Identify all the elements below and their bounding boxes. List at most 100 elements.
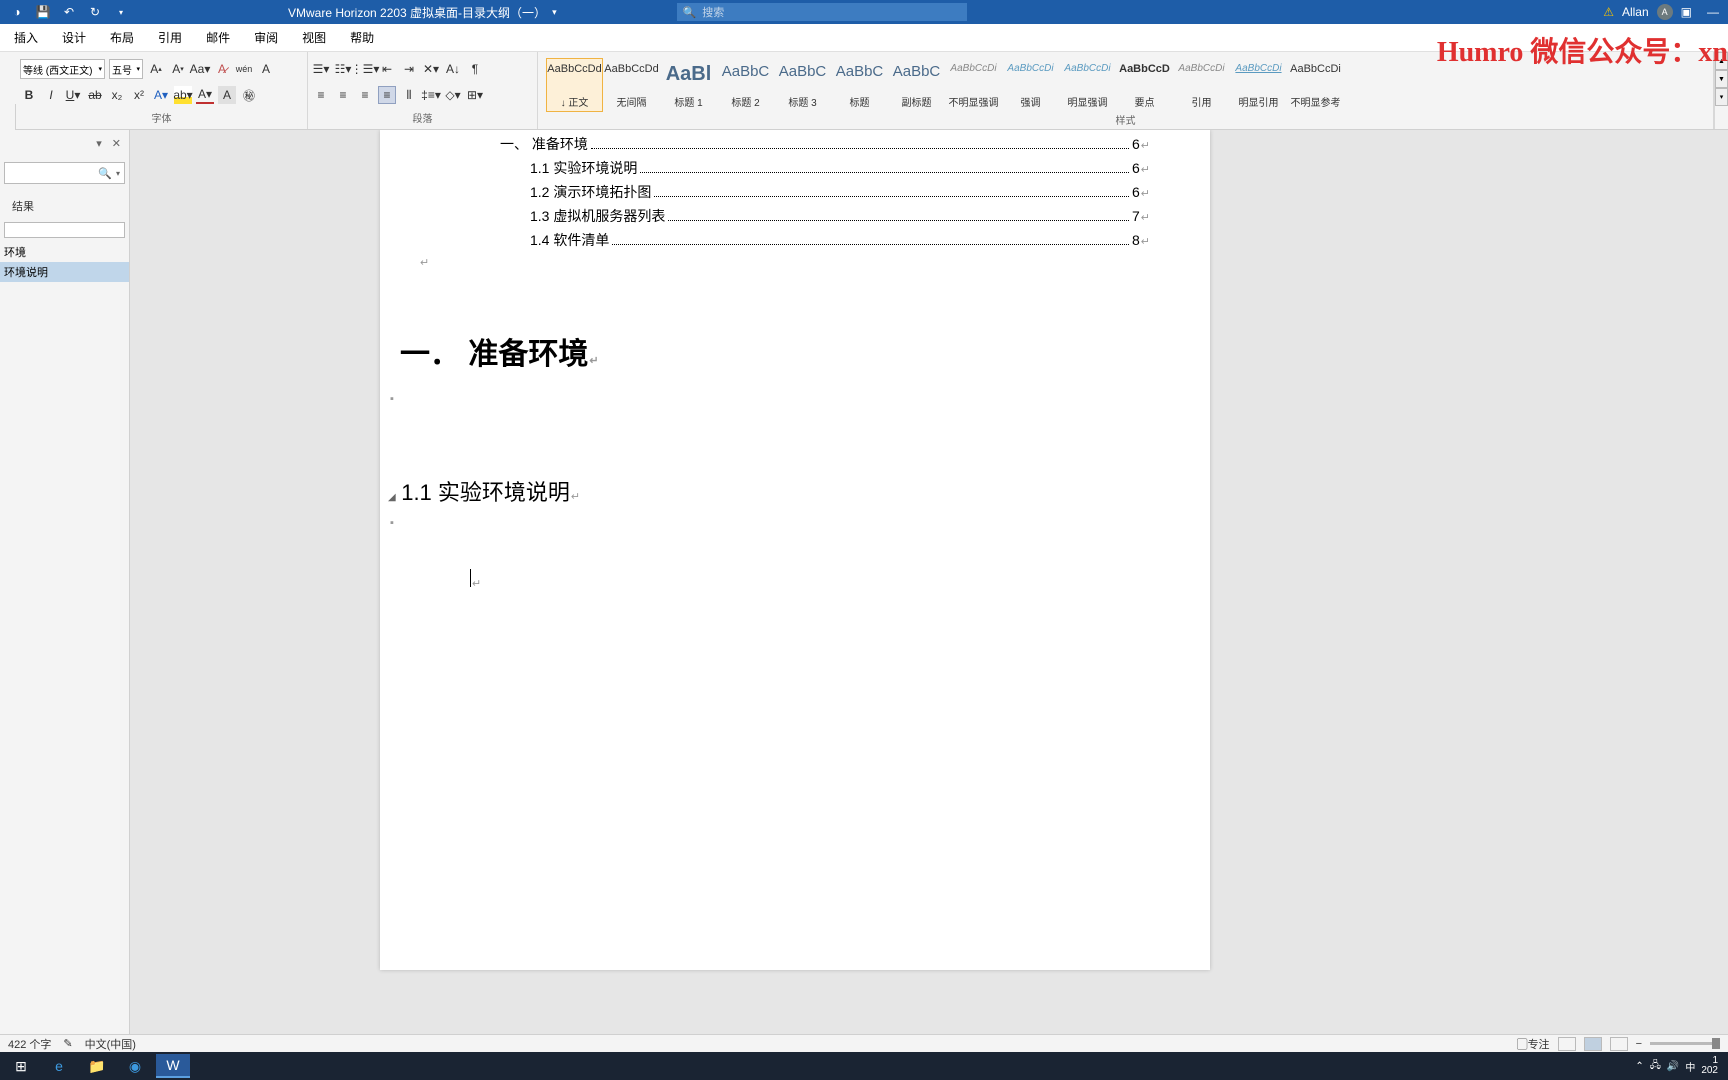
increase-indent-icon[interactable]: ⇥ (400, 60, 418, 78)
document-page[interactable]: 一、 准备环境6↵ 1.1 实验环境说明6↵ 1.2 演示环境拓扑图6↵ 1.3 虚拟… (380, 130, 1210, 970)
language-status[interactable]: 中文(中国) (85, 1036, 136, 1052)
shading-icon[interactable]: ◇▾ (444, 86, 462, 104)
strikethrough-icon[interactable]: ab (86, 86, 104, 104)
style-item-11[interactable]: AaBbCcDi引用 (1173, 58, 1230, 112)
tray-volume-icon[interactable]: 🔊 (1667, 1061, 1679, 1072)
superscript-icon[interactable]: x² (130, 86, 148, 104)
show-marks-icon[interactable]: ¶ (466, 60, 484, 78)
toc-line-1[interactable]: 1.1 实验环境说明6↵ (530, 158, 1150, 178)
taskbar-word-icon[interactable]: W (156, 1054, 190, 1078)
style-item-0[interactable]: AaBbCcDd↓ 正文 (546, 58, 603, 112)
style-expand[interactable]: ▾ (1715, 88, 1728, 106)
tray-date[interactable]: 202 (1701, 1066, 1718, 1076)
toc-line-2[interactable]: 1.2 演示环境拓扑图6↵ (530, 182, 1150, 202)
taskbar-ie-icon[interactable]: e (42, 1054, 76, 1078)
tab-review[interactable]: 审阅 (254, 29, 278, 46)
phonetic-icon[interactable]: wén (235, 60, 253, 78)
style-item-9[interactable]: AaBbCcDi明显强调 (1059, 58, 1116, 112)
numbering-icon[interactable]: ☷▾ (334, 60, 352, 78)
focus-mode[interactable]: ▢专注 (1517, 1036, 1550, 1052)
autosave-icon[interactable]: ◑ (8, 5, 26, 19)
bold-icon[interactable]: B (20, 86, 38, 104)
taskbar-edge-icon[interactable]: ◉ (118, 1054, 152, 1078)
char-border-icon[interactable]: A (257, 60, 275, 78)
nav-search-input[interactable]: 🔍 ▾ (4, 162, 125, 184)
font-name-selector[interactable]: 等线 (西文正文)▾ (20, 59, 105, 79)
warning-icon[interactable]: ⚠ (1603, 5, 1614, 19)
enclose-char-icon[interactable]: ㊙ (240, 86, 258, 104)
redo-icon[interactable]: ↻ (86, 5, 104, 19)
tab-help[interactable]: 帮助 (350, 29, 374, 46)
tab-insert[interactable]: 插入 (14, 29, 38, 46)
word-count[interactable]: 422 个字 (8, 1036, 51, 1052)
undo-icon[interactable]: ↶ (60, 5, 78, 19)
user-name[interactable]: Allan (1622, 5, 1649, 19)
align-right-icon[interactable]: ≡ (356, 86, 374, 104)
taskbar-explorer-icon[interactable]: 📁 (80, 1054, 114, 1078)
ribbon-options-icon[interactable]: ▣ (1681, 5, 1692, 19)
text-effects-icon[interactable]: A▾ (152, 86, 170, 104)
bullets-icon[interactable]: ☰▾ (312, 60, 330, 78)
font-size-selector[interactable]: 五号▾ (109, 59, 143, 79)
style-item-7[interactable]: AaBbCcDi不明显强调 (945, 58, 1002, 112)
style-item-5[interactable]: AaBbC标题 (831, 58, 888, 112)
nav-options-icon[interactable]: ▾ (96, 137, 102, 150)
tab-view[interactable]: 视图 (302, 29, 326, 46)
style-item-13[interactable]: AaBbCcDi不明显参考 (1287, 58, 1344, 112)
clear-format-icon[interactable]: A̷ (213, 60, 231, 78)
toc-line-3[interactable]: 1.3 虚拟机服务器列表7↵ (530, 206, 1150, 226)
highlight-icon[interactable]: ab▾ (174, 86, 192, 104)
align-left-icon[interactable]: ≡ (312, 86, 330, 104)
toc-line-0[interactable]: 一、 准备环境6↵ (500, 134, 1150, 154)
style-item-4[interactable]: AaBbC标题 3 (774, 58, 831, 112)
tab-mail[interactable]: 邮件 (206, 29, 230, 46)
style-item-3[interactable]: AaBbC标题 2 (717, 58, 774, 112)
save-icon[interactable]: 💾 (34, 5, 52, 19)
tab-design[interactable]: 设计 (62, 29, 86, 46)
style-item-8[interactable]: AaBbCcDi强调 (1002, 58, 1059, 112)
font-color-icon[interactable]: A▾ (196, 86, 214, 104)
decrease-indent-icon[interactable]: ⇤ (378, 60, 396, 78)
nav-item-0[interactable]: 环境 (0, 242, 129, 262)
style-item-10[interactable]: AaBbCcD要点 (1116, 58, 1173, 112)
qat-more-icon[interactable]: ▾ (112, 8, 130, 17)
style-item-6[interactable]: AaBbC副标题 (888, 58, 945, 112)
nav-item-1[interactable]: 环境说明 (0, 262, 129, 282)
tray-network-icon[interactable]: 🖧 (1650, 1058, 1661, 1075)
style-scroll-down[interactable]: ▼ (1715, 70, 1728, 88)
borders-icon[interactable]: ⊞▾ (466, 86, 484, 104)
zoom-slider[interactable] (1650, 1042, 1720, 1045)
align-center-icon[interactable]: ≡ (334, 86, 352, 104)
tab-layout[interactable]: 布局 (110, 29, 134, 46)
nav-close-icon[interactable]: ✕ (112, 137, 121, 150)
distribute-icon[interactable]: ⫴ (400, 86, 418, 104)
view-read-icon[interactable] (1558, 1037, 1576, 1051)
minimize-button[interactable]: — (1706, 5, 1720, 19)
char-shading-icon[interactable]: A (218, 86, 236, 104)
tab-references[interactable]: 引用 (158, 29, 182, 46)
subscript-icon[interactable]: x₂ (108, 86, 126, 104)
view-print-icon[interactable] (1584, 1037, 1602, 1051)
asian-layout-icon[interactable]: ✕▾ (422, 60, 440, 78)
align-justify-icon[interactable]: ≡ (378, 86, 396, 104)
italic-icon[interactable]: I (42, 86, 60, 104)
search-box[interactable]: 🔍 搜索 (677, 3, 967, 21)
grow-font-icon[interactable]: A▴ (147, 60, 165, 78)
tray-ime[interactable]: 中 (1685, 1059, 1695, 1074)
zoom-out-icon[interactable]: − (1636, 1038, 1642, 1050)
proofing-icon[interactable]: ✎ (63, 1037, 72, 1050)
sort-icon[interactable]: A↓ (444, 60, 462, 78)
multilevel-icon[interactable]: ⋮☰▾ (356, 60, 374, 78)
style-item-12[interactable]: AaBbCcDi明显引用 (1230, 58, 1287, 112)
line-spacing-icon[interactable]: ‡≡▾ (422, 86, 440, 104)
style-item-2[interactable]: AaBl标题 1 (660, 58, 717, 112)
tray-expand-icon[interactable]: ⌃ (1635, 1061, 1643, 1072)
style-item-1[interactable]: AaBbCcDd无间隔 (603, 58, 660, 112)
shrink-font-icon[interactable]: A▾ (169, 60, 187, 78)
view-web-icon[interactable] (1610, 1037, 1628, 1051)
toc-line-4[interactable]: 1.4 软件清单8↵ (530, 230, 1150, 250)
nav-input-box[interactable] (4, 222, 125, 238)
title-dropdown-icon[interactable]: ▾ (552, 7, 557, 18)
underline-icon[interactable]: U▾ (64, 86, 82, 104)
change-case-icon[interactable]: Aa▾ (191, 60, 209, 78)
